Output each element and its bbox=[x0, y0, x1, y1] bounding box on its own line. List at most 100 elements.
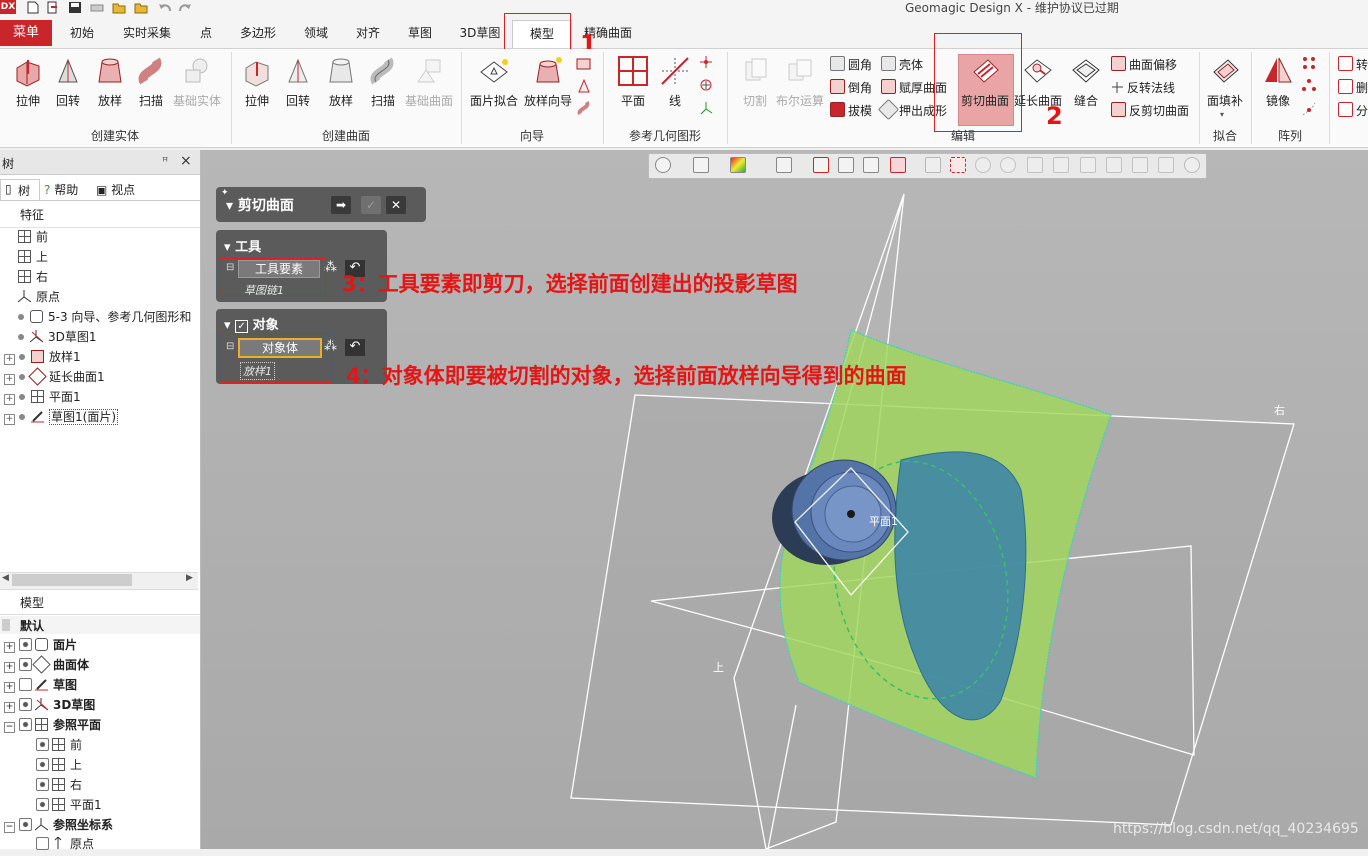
fill-face-button[interactable]: 面填补 bbox=[1197, 54, 1253, 109]
expand-icon[interactable]: + bbox=[4, 374, 15, 385]
mesh-fit-button[interactable]: 面片拟合 bbox=[465, 54, 523, 109]
expand-icon[interactable]: + bbox=[4, 702, 15, 713]
model-item-3d-sketch[interactable]: +3D草图 bbox=[4, 695, 95, 715]
tree-item-right-plane[interactable]: 右 bbox=[18, 267, 48, 287]
eye-icon[interactable] bbox=[36, 758, 49, 771]
expand-icon[interactable]: + bbox=[4, 414, 15, 425]
linear-pattern-icon[interactable] bbox=[1301, 55, 1317, 71]
boolean-button[interactable]: 布尔运算 bbox=[772, 54, 828, 109]
ref-vertex-icon[interactable] bbox=[699, 78, 713, 92]
scroll-left-icon[interactable]: ◀ bbox=[2, 573, 9, 583]
model-item-ref-planes[interactable]: − 参照平面 bbox=[4, 715, 101, 735]
wizard-extra-icon-3[interactable] bbox=[576, 100, 592, 116]
scrollbar-thumb[interactable] bbox=[12, 574, 132, 586]
tab-region[interactable]: 领域 bbox=[292, 20, 340, 46]
tree-item-origin[interactable]: 原点 bbox=[17, 287, 60, 307]
ref-plane-front[interactable]: 前 bbox=[36, 735, 82, 755]
redo-icon[interactable] bbox=[178, 1, 192, 14]
app-logo[interactable]: DX bbox=[0, 0, 16, 14]
convert-body-button[interactable]: 转 bbox=[1338, 56, 1368, 73]
lasso-select-icon[interactable] bbox=[1027, 157, 1043, 173]
tab-tree[interactable]: ▯ 树 bbox=[0, 179, 40, 200]
split-view-icon[interactable] bbox=[863, 157, 879, 173]
tab-align[interactable]: 对齐 bbox=[346, 20, 390, 46]
surface-primitive-button[interactable]: 基础曲面 bbox=[401, 54, 457, 109]
open-folder-icon[interactable] bbox=[112, 1, 126, 14]
tree-item-top-plane[interactable]: 上 bbox=[18, 247, 48, 267]
box-view-icon[interactable] bbox=[776, 157, 792, 173]
extend-select-icon[interactable] bbox=[1132, 157, 1148, 173]
model-item-surface-body[interactable]: + 曲面体 bbox=[4, 655, 89, 675]
fillet-button[interactable]: 圆角 bbox=[830, 56, 872, 73]
ref-coord-origin[interactable]: 原点 bbox=[36, 834, 94, 854]
brush-select-icon[interactable] bbox=[1053, 157, 1069, 173]
fill-face-dropdown-icon[interactable]: ▾ bbox=[1220, 110, 1224, 119]
default-row[interactable]: 默认 bbox=[0, 616, 200, 634]
close-icon[interactable]: × bbox=[180, 153, 192, 169]
model-item-ref-coord[interactable]: − 参照坐标系 bbox=[4, 815, 113, 835]
expand-icon[interactable]: + bbox=[4, 662, 15, 673]
model-item-sketch[interactable]: + 草图 bbox=[4, 675, 77, 695]
tree-item-sketch1[interactable]: + 草图1(面片) bbox=[4, 407, 118, 427]
untrim-surface-button[interactable]: 反剪切曲面 bbox=[1111, 102, 1189, 119]
offset-surface-button[interactable]: 曲面偏移 bbox=[1111, 56, 1177, 73]
reverse-normal-button[interactable]: 反转法线 bbox=[1111, 79, 1175, 96]
visibility-checkbox[interactable] bbox=[36, 837, 49, 850]
rect-select-icon[interactable] bbox=[950, 157, 966, 173]
tools-section-header[interactable]: ▾ 工具 bbox=[224, 236, 261, 255]
new-file-icon[interactable] bbox=[26, 1, 40, 14]
wizard-extra-icon-2[interactable] bbox=[576, 78, 592, 94]
color-mode-icon[interactable] bbox=[730, 157, 746, 173]
pin-icon[interactable]: ꟸ bbox=[162, 155, 168, 168]
section-view-icon[interactable] bbox=[813, 157, 829, 173]
collapse-icon[interactable]: − bbox=[4, 822, 15, 833]
ref-line-button[interactable]: 线 bbox=[647, 54, 703, 109]
line-select-icon[interactable] bbox=[925, 157, 941, 173]
tab-polygon[interactable]: 多边形 bbox=[232, 20, 284, 46]
tree-item-3d-sketch[interactable]: 3D草图1 bbox=[18, 327, 97, 347]
collapse-icon[interactable]: − bbox=[4, 722, 15, 733]
mirror-button[interactable]: 镜像 bbox=[1250, 54, 1306, 109]
tree-item-extend-surface[interactable]: + 延长曲面1 bbox=[4, 367, 105, 387]
tree-item-loft[interactable]: + 放样1 bbox=[4, 347, 81, 367]
chamfer-button[interactable]: 倒角 bbox=[830, 79, 872, 96]
object-body-undo-icon[interactable]: ↶ bbox=[345, 339, 365, 356]
objects-section-header[interactable]: ▾ ✓ 对象 bbox=[224, 314, 279, 333]
undo-icon[interactable] bbox=[158, 1, 172, 14]
expand-icon[interactable]: + bbox=[4, 394, 15, 405]
save-icon[interactable] bbox=[68, 1, 82, 14]
eye-icon[interactable] bbox=[36, 778, 49, 791]
ref-plane-top[interactable]: 上 bbox=[36, 755, 82, 775]
tab-sketch[interactable]: 草图 bbox=[398, 20, 442, 46]
eye-icon[interactable] bbox=[36, 738, 49, 751]
objects-checkbox[interactable]: ✓ bbox=[235, 320, 249, 333]
split-body-button[interactable]: 分 bbox=[1338, 102, 1368, 119]
tab-help[interactable]: ? 帮助 bbox=[44, 181, 78, 198]
delete-body-button[interactable]: 删 bbox=[1338, 79, 1368, 96]
display-mode-icon[interactable] bbox=[655, 157, 671, 173]
tab-3d-sketch[interactable]: 3D草图 bbox=[450, 20, 510, 46]
eye-icon[interactable] bbox=[19, 638, 32, 651]
expand-icon[interactable]: + bbox=[4, 354, 15, 365]
draft-button[interactable]: 拔模 bbox=[830, 102, 872, 119]
menu-button[interactable]: 菜单 bbox=[0, 20, 52, 46]
cancel-button[interactable]: ✕ bbox=[386, 196, 406, 214]
shell-button[interactable]: 壳体 bbox=[881, 56, 923, 73]
paint-select-icon[interactable] bbox=[1080, 157, 1096, 173]
ref-plane-plane1[interactable]: 平面1 bbox=[36, 795, 102, 815]
ref-point-icon[interactable] bbox=[699, 55, 713, 69]
eye-icon[interactable] bbox=[19, 698, 32, 711]
tab-initial[interactable]: 初始 bbox=[58, 20, 106, 46]
circular-pattern-icon[interactable] bbox=[1301, 78, 1317, 94]
connected-select-icon[interactable] bbox=[1158, 157, 1174, 173]
model-item-mesh[interactable]: + 面片 bbox=[4, 635, 77, 655]
print-icon[interactable] bbox=[90, 1, 104, 14]
tree-item-mesh[interactable]: 5-3 向导、参考几何图形和 bbox=[18, 307, 191, 327]
section-view2-icon[interactable] bbox=[838, 157, 854, 173]
loft-wizard-button[interactable]: 放样向导 bbox=[519, 54, 577, 109]
circle-select-icon[interactable] bbox=[975, 157, 991, 173]
curve-pattern-icon[interactable] bbox=[1301, 101, 1317, 117]
eye-icon[interactable] bbox=[19, 658, 32, 671]
tab-point[interactable]: 点 bbox=[190, 20, 222, 46]
tree-item-plane1[interactable]: + 平面1 bbox=[4, 387, 81, 407]
